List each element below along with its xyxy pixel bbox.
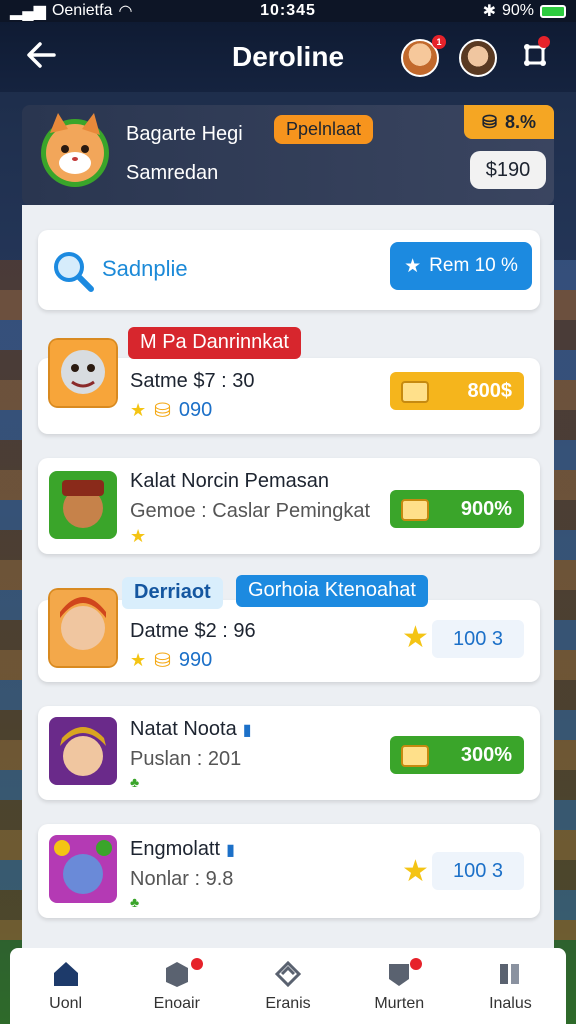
crown-icon (401, 745, 429, 767)
status-time: 10:345 (260, 2, 316, 19)
profile-card[interactable]: Bagarte Hegi Ppelnlaat Samredan ⛁ 8.% $1… (22, 105, 554, 205)
avatar[interactable] (459, 39, 497, 77)
item-title: Kalat Norcin Pemasan (130, 470, 329, 492)
item-ribbon: M Pa Danrinnkat (128, 327, 301, 359)
cat-avatar-icon (41, 113, 109, 187)
list-item[interactable]: Kalat Norcin Pemasan Gemoe : Caslar Pemi… (38, 458, 540, 554)
star-icon: ★ (130, 400, 147, 420)
sparkle-icon: ★ (404, 255, 422, 277)
home-icon (53, 962, 78, 986)
notification-dot (191, 958, 204, 970)
app-header: Deroline 1 (0, 22, 576, 92)
item-title: Natat Noota (130, 718, 237, 740)
value-label: 800$ (467, 379, 513, 402)
coin-icon: ⛁ (481, 111, 498, 132)
game-thumbnail-icon (49, 835, 117, 903)
star-icon: ★ (130, 526, 147, 546)
nav-item-home[interactable]: Uonl (10, 948, 121, 1024)
game-thumbnail-icon (49, 717, 117, 785)
notification-dot (409, 958, 422, 970)
profile-tag: Ppelnlaat (274, 115, 374, 144)
value-pill[interactable]: 300% (390, 736, 524, 774)
item-sub-value: 090 (178, 399, 213, 421)
item-ribbon-secondary: Gorhoia Ktenoahat (236, 575, 428, 607)
item-title-row: Natat Noota ▮ (130, 718, 252, 741)
search-label: Sadnplie (102, 256, 188, 281)
stadium-left-backdrop (0, 260, 24, 940)
item-title-row: Engmolatt ▮ (130, 838, 235, 861)
item-title: Satme $7 : 30 (130, 370, 255, 392)
item-sub: Nonlar : 9.8 (130, 868, 234, 890)
settings-badge (538, 36, 550, 48)
search-card[interactable]: Sadnplie ★ Rem 10 % (38, 230, 540, 310)
nav-label: Inalus (489, 995, 532, 1012)
game-thumbnail-icon (48, 588, 118, 668)
nav-item-box[interactable]: Enoair (121, 948, 232, 1024)
value-label[interactable]: 100 3 (432, 620, 524, 658)
crown-icon (401, 381, 429, 403)
item-sub: Gemoe : Caslar Pemingkat (130, 500, 371, 522)
nav-item-grid[interactable]: Inalus (455, 948, 566, 1024)
search-button-label: Rem 10 % (429, 255, 518, 276)
item-sub: Puslan : 201 (130, 748, 242, 770)
tag-icon (274, 960, 302, 988)
profile-name: Bagarte Hegi (126, 123, 243, 145)
item-ribbon: Derriaot (122, 577, 223, 609)
value-pill[interactable]: 900% (390, 490, 524, 528)
list-item[interactable]: Natat Noota ▮ Puslan : 201 ♣ 300% (38, 706, 540, 800)
verified-icon: ▮ (242, 721, 252, 739)
search-action-button[interactable]: ★ Rem 10 % (390, 242, 532, 290)
leaf-icon: ♣ (130, 774, 140, 790)
price-button[interactable]: $190 (470, 151, 546, 189)
nav-label: Uonl (49, 995, 83, 1012)
verified-icon: ▮ (226, 841, 235, 859)
star-icon: ★ (402, 621, 429, 654)
crown-icon (401, 499, 429, 521)
item-sub-value: 990 (178, 649, 213, 671)
item-title: Datme $2 : 96 (130, 620, 256, 642)
coin-label: 8.% (505, 111, 537, 132)
nav-label: Eranis (265, 995, 311, 1012)
nav-item-badge[interactable]: Murten (344, 948, 455, 1024)
item-sub: ★ ⛁ 090 (130, 398, 212, 423)
grid-icon (500, 964, 520, 984)
value-pill[interactable]: 800$ (390, 372, 524, 410)
item-title: Engmolatt (130, 838, 221, 860)
nav-label: Enoair (153, 995, 200, 1012)
list-item[interactable]: Datme $2 : 96 ★ ⛁ 990 ★ 100 3 (38, 588, 540, 682)
notification-badge: 1 (432, 35, 446, 49)
star-icon: ★ (130, 650, 147, 670)
status-bar: ▂▄▆ Oenietfa ◠ 10:345 ✱ 90% (0, 0, 576, 22)
value-label: 900% (460, 497, 512, 520)
list-item[interactable]: Engmolatt ▮ Nonlar : 9.8 ♣ ★ 100 3 (38, 824, 540, 918)
leaf-icon: ♣ (130, 894, 140, 910)
list-item[interactable]: Satme $7 : 30 ★ ⛁ 090 800$ (38, 338, 540, 434)
nav-label: Murten (374, 995, 425, 1012)
item-sub: ★ ⛁ 990 (130, 648, 212, 673)
game-thumbnail-icon (48, 338, 118, 408)
box-icon (165, 962, 188, 987)
search-icon (54, 252, 94, 292)
coin-badge: ⛁ 8.% (464, 105, 554, 139)
game-thumbnail-icon (49, 471, 117, 539)
star-icon: ★ (402, 855, 429, 888)
coin-icon: ⛁ (154, 400, 171, 422)
coin-icon: ⛁ (154, 650, 171, 672)
nav-item-tag[interactable]: Eranis (232, 948, 343, 1024)
value-label: 300% (460, 743, 512, 766)
stadium-right-backdrop (552, 260, 576, 940)
bottom-nav: Uonl Enoair Eranis Murten Inalus (10, 948, 566, 1024)
value-label[interactable]: 100 3 (432, 852, 524, 890)
profile-subtitle: Samredan (126, 162, 219, 184)
